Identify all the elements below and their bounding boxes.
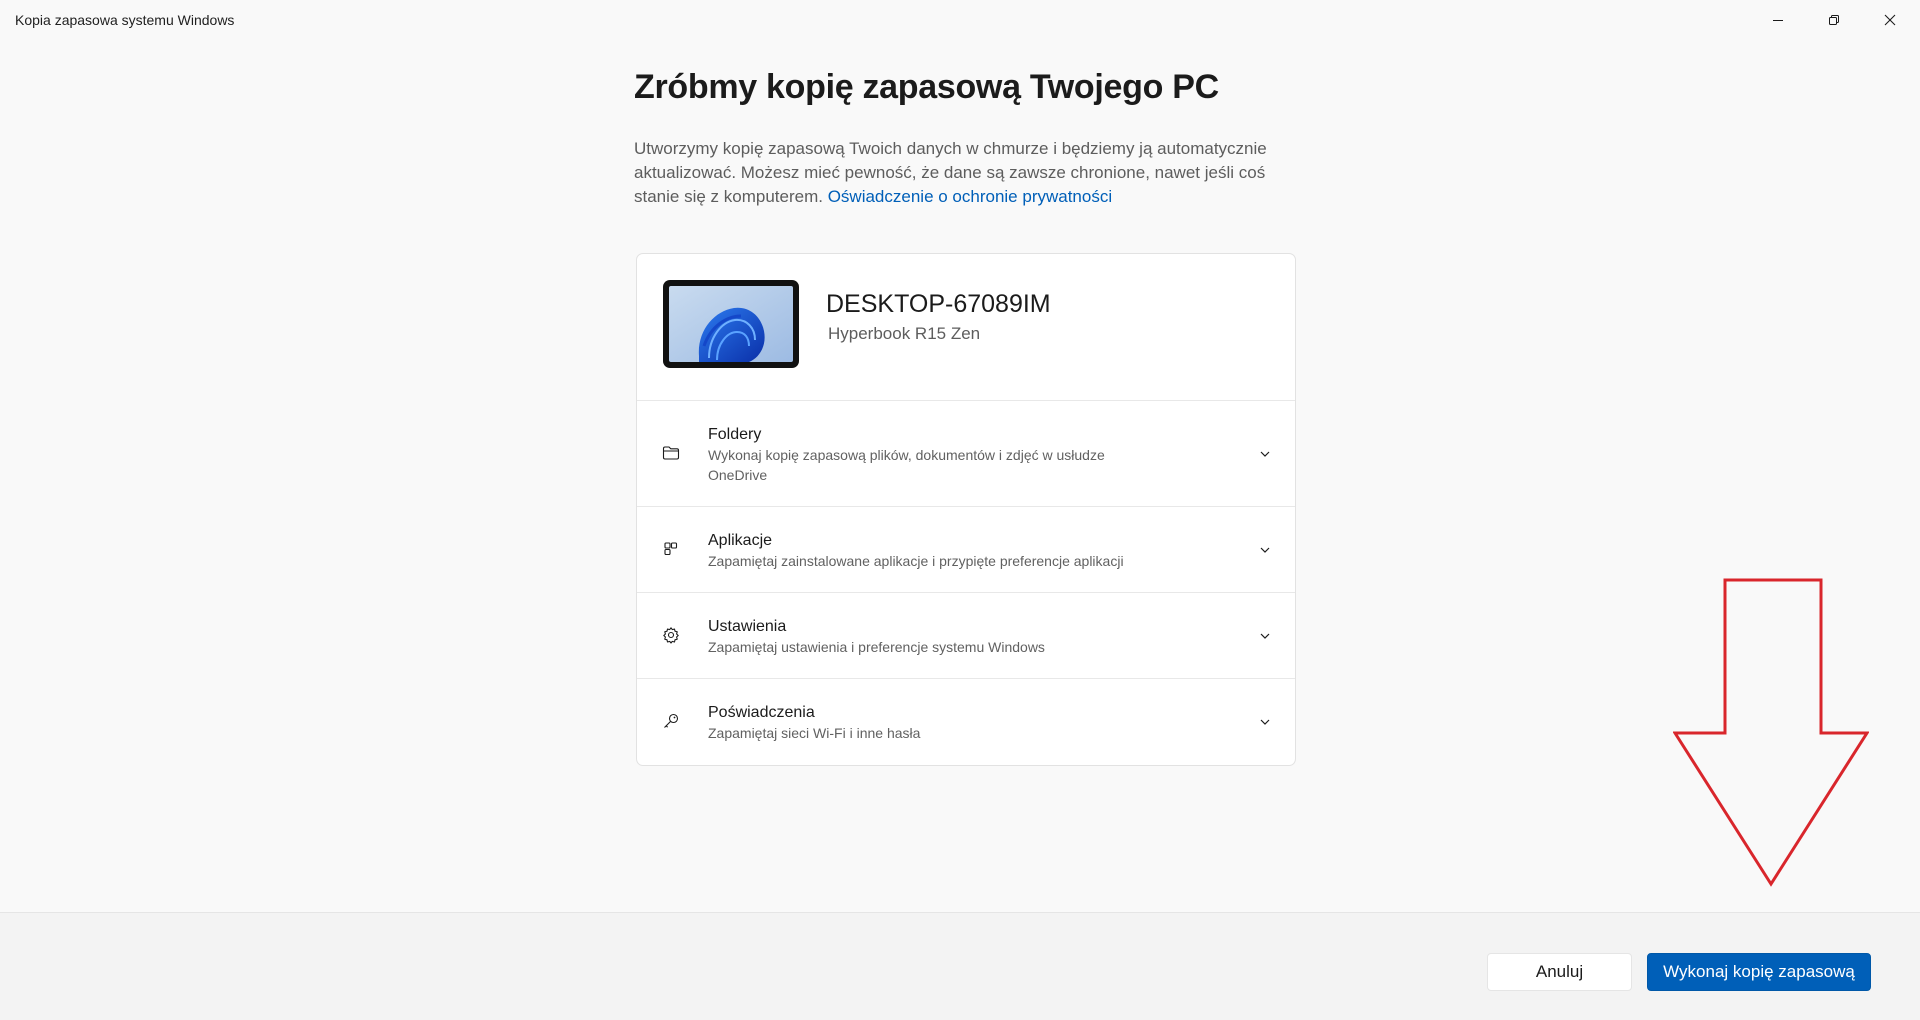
section-title: Poświadczenia	[708, 704, 815, 721]
main-content: Zróbmy kopię zapasową Twojego PC Utworzy…	[634, 68, 1294, 209]
chevron-down-icon[interactable]	[1258, 447, 1272, 461]
wallpaper-image	[669, 286, 793, 362]
backup-window: Kopia zapasowa systemu Windows Zróbmy ko…	[0, 0, 1920, 1020]
section-credentials[interactable]: Poświadczenia Zapamiętaj sieci Wi-Fi i i…	[637, 679, 1295, 764]
chevron-down-icon[interactable]	[1258, 715, 1272, 729]
section-subtitle: Zapamiętaj zainstalowane aplikacje i prz…	[708, 553, 1124, 569]
device-header: DESKTOP-67089IM Hyperbook R15 Zen	[637, 254, 1295, 401]
window-title: Kopia zapasowa systemu Windows	[15, 12, 235, 28]
annotation-arrow-icon	[1673, 578, 1869, 887]
restore-icon	[1829, 15, 1839, 25]
section-apps[interactable]: Aplikacje Zapamiętaj zainstalowane aplik…	[637, 507, 1295, 593]
close-button[interactable]	[1862, 0, 1918, 40]
chevron-down-icon[interactable]	[1258, 543, 1272, 557]
section-folders[interactable]: Foldery Wykonaj kopię zapasową plików, d…	[637, 401, 1295, 507]
title-bar: Kopia zapasowa systemu Windows	[0, 0, 1920, 40]
folder-icon	[661, 443, 681, 463]
footer-bar: Anuluj Wykonaj kopię zapasową	[0, 912, 1920, 1020]
page-title: Zróbmy kopię zapasową Twojego PC	[634, 68, 1219, 106]
minimize-icon	[1773, 20, 1783, 21]
section-title: Ustawienia	[708, 618, 787, 635]
section-subtitle: Zapamiętaj ustawienia i preferencje syst…	[708, 639, 1045, 655]
chevron-down-icon[interactable]	[1258, 629, 1272, 643]
gear-icon	[661, 625, 681, 645]
laptop-image	[663, 280, 799, 368]
backup-card: DESKTOP-67089IM Hyperbook R15 Zen Folder…	[636, 253, 1296, 766]
section-title: Aplikacje	[708, 532, 773, 549]
privacy-link[interactable]: Oświadczenie o ochronie prywatności	[828, 187, 1112, 206]
close-icon	[1884, 14, 1896, 26]
section-subtitle: Wykonaj kopię zapasową plików, dokumentó…	[708, 447, 1105, 483]
description: Utworzymy kopię zapasową Twoich danych w…	[634, 137, 1294, 209]
device-model: Hyperbook R15 Zen	[828, 324, 981, 343]
apps-icon	[661, 539, 681, 559]
backup-button[interactable]: Wykonaj kopię zapasową	[1647, 953, 1871, 991]
cancel-button[interactable]: Anuluj	[1487, 953, 1632, 991]
restore-button[interactable]	[1806, 0, 1862, 40]
section-title: Foldery	[708, 426, 762, 443]
minimize-button[interactable]	[1750, 0, 1806, 40]
device-name: DESKTOP-67089IM	[826, 290, 1051, 318]
section-settings[interactable]: Ustawienia Zapamiętaj ustawienia i prefe…	[637, 593, 1295, 679]
key-icon	[661, 711, 681, 731]
section-subtitle: Zapamiętaj sieci Wi-Fi i inne hasła	[708, 725, 921, 741]
